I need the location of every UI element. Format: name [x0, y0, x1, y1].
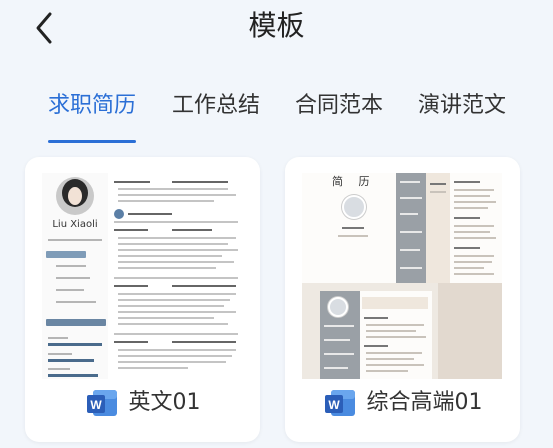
resume-photo: [56, 177, 94, 215]
template-card-premium01[interactable]: 简 历 W 综合高端01: [285, 157, 520, 442]
resume-section-professional-icon: [114, 209, 124, 219]
word-icon: W: [324, 390, 355, 416]
template-thumbnail: Liu Xiaoli: [42, 173, 242, 379]
tab-work-summary[interactable]: 工作总结: [172, 88, 260, 124]
resume-name: Liu Xiaoli: [52, 219, 98, 230]
template-name: 综合高端01: [366, 390, 483, 415]
header-bar: 模板: [0, 0, 553, 60]
active-tab-indicator: [48, 140, 136, 143]
card-footer: W 英文01: [25, 364, 260, 442]
resume-section-skills: [46, 319, 106, 326]
tab-resume[interactable]: 求职简历: [48, 88, 136, 124]
template-card-english01[interactable]: Liu Xiaoli W 英文01: [25, 157, 260, 442]
svg-text:W: W: [328, 398, 340, 412]
template-thumbnail: 简 历: [302, 173, 502, 379]
resume-section-personal: [46, 251, 86, 258]
template-name: 英文01: [128, 390, 201, 415]
resume-objective-line: [48, 239, 102, 241]
category-tabs: 求职简历 工作总结 合同范本 演讲范文: [0, 88, 553, 148]
card-footer: W 综合高端01: [285, 364, 520, 442]
page-title: 模板: [248, 9, 305, 42]
tab-speech[interactable]: 演讲范文: [418, 88, 506, 124]
resume-title: 简 历: [332, 175, 376, 188]
resume-avatar: [342, 195, 366, 219]
svg-text:W: W: [90, 398, 102, 412]
word-icon: W: [86, 390, 117, 416]
tab-contract[interactable]: 合同范本: [295, 88, 383, 124]
